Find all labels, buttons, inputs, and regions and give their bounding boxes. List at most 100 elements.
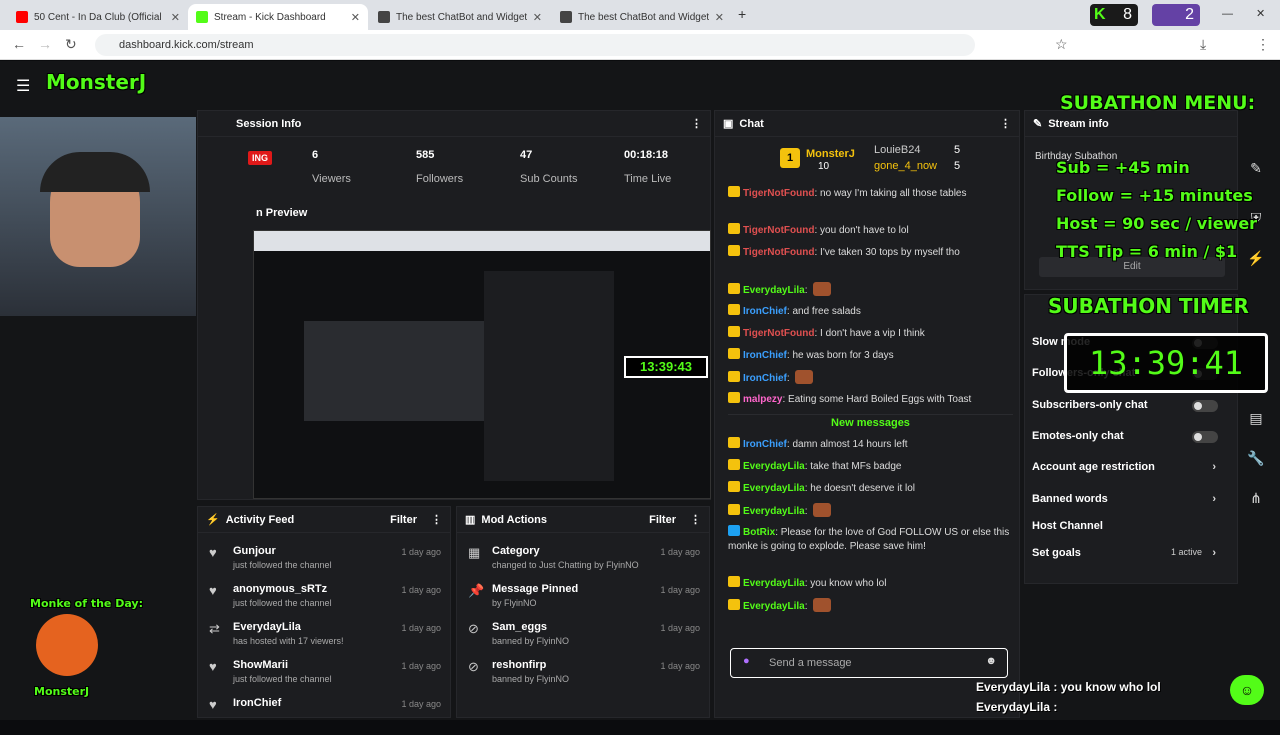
close-icon[interactable]: ✕ — [351, 11, 360, 24]
chat-username[interactable]: malpezy — [743, 394, 782, 405]
activity-item[interactable]: ♥ Gunjour just followed the channel 1 day a… — [205, 545, 445, 583]
chat-message[interactable]: TigerNotFound: I've taken 30 tops by mys… — [728, 245, 1013, 260]
setting-row[interactable]: Banned words › — [1032, 493, 1222, 505]
activity-item[interactable]: ♥ anonymous_sRTz just followed the channel… — [205, 583, 445, 621]
chevron-right-icon[interactable]: › — [1212, 493, 1216, 505]
setting-label: Host Channel — [1032, 520, 1103, 532]
stat-value: 6 — [312, 149, 319, 161]
share-icon[interactable]: ⋔ — [1240, 485, 1272, 511]
chat-username[interactable]: IronChief — [743, 439, 787, 450]
chat-message[interactable]: EverydayLila: — [728, 282, 1013, 298]
chat-username[interactable]: EverydayLila — [743, 506, 805, 517]
chat-username[interactable]: EverydayLila — [743, 578, 805, 589]
browser-tab-active[interactable]: Stream - Kick Dashboard ✕ — [188, 4, 368, 30]
forward-icon[interactable]: → — [38, 36, 52, 52]
chat-message[interactable]: EverydayLila: — [728, 598, 1013, 614]
mod-action-name[interactable]: reshonfirp — [492, 659, 546, 671]
chat-username[interactable]: EverydayLila — [743, 285, 805, 296]
toggle-switch[interactable] — [1192, 400, 1218, 412]
reload-icon[interactable]: ↻ — [65, 36, 77, 53]
chat-username[interactable]: TigerNotFound — [743, 247, 814, 258]
chat-message[interactable]: EverydayLila: you know who lol — [728, 576, 1013, 591]
setting-row[interactable]: Subscribers-only chat — [1032, 399, 1222, 412]
close-icon[interactable]: ✕ — [171, 11, 180, 24]
mod-action-name[interactable]: Message Pinned — [492, 583, 578, 595]
filter-button[interactable]: Filter — [649, 514, 676, 526]
setting-row[interactable]: Set goals › 1 active — [1032, 547, 1222, 559]
mod-action-time: 1 day ago — [660, 661, 700, 671]
toggle-switch[interactable] — [1192, 431, 1218, 443]
chat-message[interactable]: EverydayLila: he doesn't deserve it lol — [728, 481, 1013, 496]
chat-username[interactable]: TigerNotFound — [743, 188, 814, 199]
more-icon[interactable]: ⋮ — [1000, 117, 1011, 130]
activity-item[interactable]: ♥ IronChief 1 day ago — [205, 697, 445, 735]
chat-input-box[interactable]: ● Send a message ☻ — [730, 648, 1008, 678]
mod-action-name[interactable]: Category — [492, 545, 540, 557]
filter-button[interactable]: Filter — [390, 514, 417, 526]
more-icon[interactable]: ⋮ — [431, 513, 442, 526]
mod-action-item[interactable]: ⊘ Sam_eggs banned by FlyinNO 1 day ago — [464, 621, 704, 659]
menu-dots-icon[interactable]: ⋮ — [1256, 36, 1270, 53]
mic-icon[interactable]: ● — [743, 655, 750, 667]
new-tab-button[interactable]: + — [738, 6, 746, 22]
chat-username[interactable]: EverydayLila — [743, 601, 805, 612]
mod-action-item[interactable]: 📌 Message Pinned by FlyinNO 1 day ago — [464, 583, 704, 621]
bolt-icon[interactable]: ⚡ — [1240, 245, 1272, 271]
browser-tab[interactable]: 50 Cent - In Da Club (Official M ✕ — [8, 4, 188, 30]
close-icon[interactable]: ✕ — [533, 11, 542, 24]
layout-icon[interactable]: ▤ — [1240, 405, 1272, 431]
activity-name[interactable]: Gunjour — [233, 545, 276, 557]
close-icon[interactable]: ✕ — [715, 11, 724, 24]
chat-username[interactable]: BotRix — [743, 527, 775, 538]
setting-row[interactable]: Account age restriction › — [1032, 461, 1222, 473]
chat-username[interactable]: TigerNotFound — [743, 328, 814, 339]
activity-name[interactable]: anonymous_sRTz — [233, 583, 327, 595]
download-icon[interactable]: ⤓ — [1200, 36, 1206, 53]
chat-username[interactable]: IronChief — [743, 373, 787, 384]
back-icon[interactable]: ← — [12, 36, 26, 52]
chat-message[interactable]: malpezy: Eating some Hard Boiled Eggs wi… — [728, 392, 1013, 407]
activity-name[interactable]: IronChief — [233, 697, 281, 709]
chat-message[interactable]: IronChief: — [728, 370, 1013, 386]
wrench-icon[interactable]: 🔧 — [1240, 445, 1272, 471]
chat-message[interactable]: IronChief: damn almost 14 hours left — [728, 437, 1013, 452]
chevron-right-icon[interactable]: › — [1212, 547, 1216, 559]
activity-detail: just followed the channel — [233, 560, 332, 570]
mod-action-detail: changed to Just Chatting by FlyinNO — [492, 560, 639, 570]
browser-tab[interactable]: The best ChatBot and Widgets ✕ — [370, 4, 550, 30]
support-button[interactable]: ☺ — [1230, 675, 1264, 705]
activity-item[interactable]: ♥ ShowMarii just followed the channel 1 day… — [205, 659, 445, 697]
emoji-icon[interactable]: ☻ — [985, 655, 997, 667]
chat-message[interactable]: IronChief: and free salads — [728, 304, 1013, 319]
url-field[interactable]: dashboard.kick.com/stream — [95, 34, 975, 56]
chat-username[interactable]: IronChief — [743, 350, 787, 361]
chat-message[interactable]: TigerNotFound: you don't have to lol — [728, 223, 1013, 238]
more-icon[interactable]: ⋮ — [691, 117, 702, 130]
bookmark-star-icon[interactable]: ☆ — [1055, 36, 1068, 53]
activity-name[interactable]: EverydayLila — [233, 621, 301, 633]
mod-action-item[interactable]: ▦ Category changed to Just Chatting by Fly… — [464, 545, 704, 583]
more-icon[interactable]: ⋮ — [690, 513, 701, 526]
chat-username[interactable]: EverydayLila — [743, 483, 805, 494]
chat-message[interactable]: IronChief: he was born for 3 days — [728, 348, 1013, 363]
chat-message[interactable]: TigerNotFound: no way I'm taking all tho… — [728, 186, 1013, 201]
mod-action-name[interactable]: Sam_eggs — [492, 621, 547, 633]
browser-tab[interactable]: The best ChatBot and Widgets ✕ — [552, 4, 732, 30]
chat-message[interactable]: EverydayLila: — [728, 503, 1013, 519]
chat-message[interactable]: TigerNotFound: I don't have a vip I thin… — [728, 326, 1013, 341]
setting-row[interactable]: Host Channel — [1032, 520, 1222, 532]
chat-message[interactable]: EverydayLila: take that MFs badge — [728, 459, 1013, 474]
chat-message[interactable]: BotRix: Please for the love of God FOLLO… — [728, 525, 1013, 554]
edit-icon[interactable]: ✎ — [1240, 155, 1272, 181]
chat-username[interactable]: IronChief — [743, 306, 787, 317]
chat-username[interactable]: EverydayLila — [743, 461, 805, 472]
mod-action-item[interactable]: ⊘ reshonfirp banned by FlyinNO 1 day ago — [464, 659, 704, 697]
close-window-icon[interactable]: ✕ — [1256, 7, 1265, 20]
hamburger-menu-icon[interactable]: ☰ — [16, 76, 30, 96]
activity-item[interactable]: ⇄ EverydayLila has hosted with 17 viewers!… — [205, 621, 445, 659]
activity-name[interactable]: ShowMarii — [233, 659, 288, 671]
minimize-icon[interactable]: — — [1222, 8, 1233, 20]
chevron-right-icon[interactable]: › — [1212, 461, 1216, 473]
chat-username[interactable]: TigerNotFound — [743, 225, 814, 236]
setting-row[interactable]: Emotes-only chat — [1032, 430, 1222, 443]
